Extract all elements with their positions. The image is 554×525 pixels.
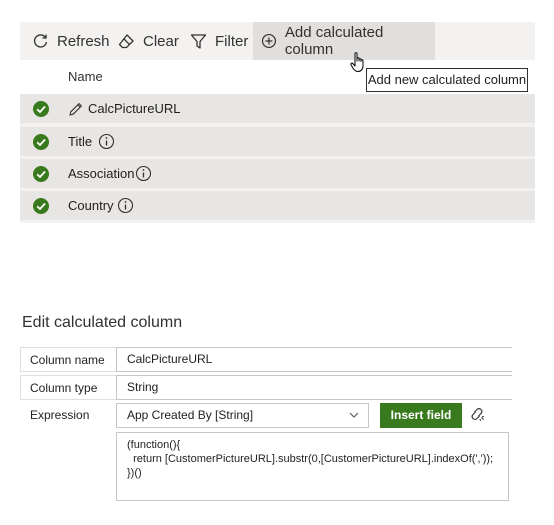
checkmark-icon [33, 101, 49, 117]
info-icon[interactable] [117, 197, 134, 214]
refresh-button[interactable]: Refresh [32, 22, 110, 60]
expression-label: Expression [30, 408, 90, 422]
unlink-icon[interactable] [469, 406, 485, 422]
checkmark-icon [33, 166, 49, 182]
filter-icon [190, 33, 207, 49]
add-circle-icon [261, 33, 277, 49]
checkmark-icon [33, 198, 49, 214]
add-calculated-column-button[interactable]: Add calculated column [253, 22, 435, 60]
checkmark-icon [33, 134, 49, 150]
clear-label: Clear [143, 32, 179, 50]
refresh-icon [33, 33, 48, 48]
insert-field-button[interactable]: Insert field [380, 403, 462, 428]
row-label: Association [68, 166, 135, 181]
pencil-icon[interactable] [68, 101, 84, 117]
list-item[interactable]: Association [20, 159, 535, 188]
chevron-down-icon [349, 412, 359, 418]
filter-label: Filter [215, 32, 249, 50]
column-type-label: Column type [30, 381, 98, 395]
expression-code-editor[interactable]: (function(){ return [CustomerPictureURL]… [116, 432, 509, 501]
column-type-field[interactable]: String [116, 375, 512, 400]
info-icon[interactable] [98, 133, 115, 150]
filter-button[interactable]: Filter [190, 22, 248, 60]
list-item[interactable]: Title [20, 127, 535, 156]
eraser-icon [118, 33, 134, 48]
clear-button[interactable]: Clear [118, 22, 179, 60]
row-label: CalcPictureURL [88, 101, 181, 116]
column-name-field[interactable]: CalcPictureURL [116, 347, 512, 372]
list-item[interactable]: CalcPictureURL [20, 94, 535, 123]
row-label: Country [68, 198, 114, 213]
expression-dropdown-value: App Created By [String] [127, 408, 254, 422]
toolbar: Refresh Clear Filter Add calculated colu… [20, 22, 535, 60]
list-item[interactable]: Country [20, 191, 535, 220]
expression-field-dropdown[interactable]: App Created By [String] [116, 403, 369, 428]
tooltip: Add new calculated column [366, 68, 528, 92]
refresh-label: Refresh [57, 32, 110, 50]
edit-panel-title: Edit calculated column [22, 314, 183, 331]
column-name-label: Column name [30, 353, 105, 367]
name-column-header[interactable]: Name [68, 69, 103, 84]
info-icon[interactable] [135, 165, 152, 182]
row-label: Title [68, 134, 93, 149]
